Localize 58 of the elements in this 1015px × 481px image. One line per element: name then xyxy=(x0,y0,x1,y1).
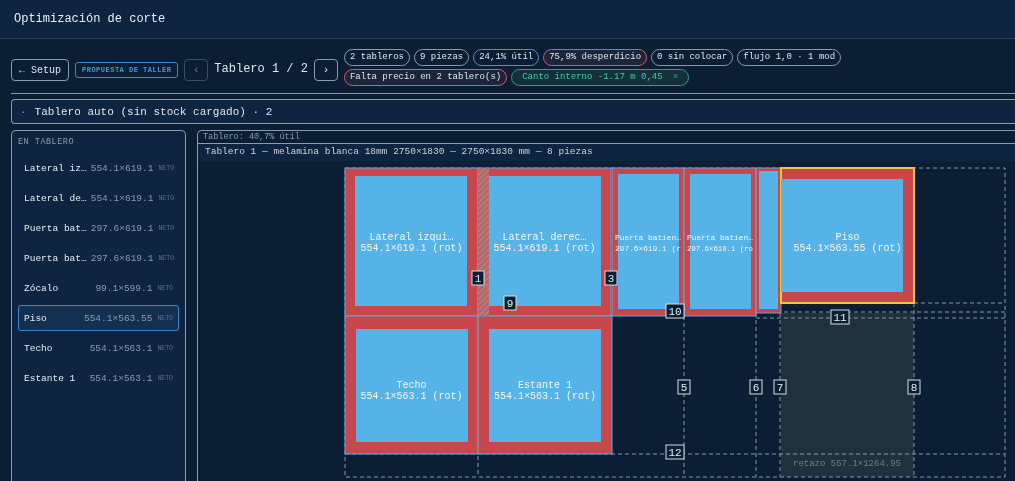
window-title: Optimización de corte xyxy=(14,12,166,26)
cut-piece[interactable] xyxy=(780,167,915,304)
previous-button[interactable]: ‹ xyxy=(184,59,209,81)
piece-dimensions-label: 554.1×563.1 (rot) xyxy=(360,391,463,402)
piece-dimensions: 554.1×563.1 xyxy=(89,372,153,384)
piece-name: Estante 1 xyxy=(24,372,77,384)
close-icon[interactable]: × xyxy=(672,72,679,82)
piece-dimensions: 297.6×619.1 xyxy=(90,222,154,234)
piece-dimensions-label: 554.1×619.1 (rot) xyxy=(360,243,463,254)
board-title: Tablero 1 — melamina blanca 18mm 2750×1830 — 2750×1830 mm — 8 piezas xyxy=(198,144,1015,161)
cut-number-badge[interactable]: 11 xyxy=(830,309,850,325)
piece-name: Lateral de… xyxy=(24,192,87,204)
piece-name: Zócalo xyxy=(24,282,60,294)
board-counter: Tablero 1 / 2 xyxy=(214,62,308,76)
piece-name: Lateral iz… xyxy=(24,162,87,174)
cut-number-badge[interactable]: 12 xyxy=(665,444,685,460)
cut-number-badge[interactable]: 6 xyxy=(749,379,763,395)
cut-number-badge[interactable]: 8 xyxy=(907,379,921,395)
back-button[interactable]: ← Setup xyxy=(11,59,69,81)
piece-label: Piso xyxy=(835,232,860,243)
board-group-header[interactable]: · Tablero auto (sin stock cargado) · 2 xyxy=(11,99,1015,124)
piece-dimensions: 99.1×599.1 xyxy=(95,282,153,294)
piece-name: Puerta bat… xyxy=(24,222,87,234)
piece-dimensions: 554.1×563.55 xyxy=(83,312,153,324)
piece-dimensions: 297.6×619.1 xyxy=(90,252,154,264)
piece-dimensions: 554.1×619.1 xyxy=(90,192,154,204)
piece-label: Lateral derec… xyxy=(502,232,587,243)
cut-piece[interactable] xyxy=(477,167,612,317)
cut-piece[interactable] xyxy=(683,167,757,317)
next-button[interactable]: › xyxy=(313,59,338,81)
piece-dimensions: 554.1×619.1 xyxy=(90,162,154,174)
piece-dimensions-label: 554.1×563.1 (rot) xyxy=(494,391,596,402)
group-title: Tablero auto (sin stock cargado) · 2 xyxy=(34,105,273,118)
cut-number-badge[interactable]: 10 xyxy=(665,303,685,319)
piece-dimensions: 554.1×563.1 xyxy=(89,342,153,354)
piece-label: Estante 1 xyxy=(518,380,572,391)
status-chip: 75,9% desperdicio xyxy=(543,49,648,66)
piece-label: Lateral izqui… xyxy=(369,232,454,243)
piece-name: Techo xyxy=(24,342,54,354)
bullet-icon: · xyxy=(20,105,27,118)
status-chip: Canto interno -1.17 m 0,45 × xyxy=(511,69,690,86)
panel-heading: EN TABLERO xyxy=(18,137,75,147)
cut-number-badge[interactable]: 3 xyxy=(604,270,618,286)
cut-piece[interactable] xyxy=(344,315,479,455)
cut-number-badge[interactable]: 7 xyxy=(773,379,787,395)
piece-dimensions-label: 554.1×563.55 (rot) xyxy=(793,243,902,254)
cut-piece[interactable] xyxy=(755,167,782,314)
offcut-label: retazo 557.1×1264.95 xyxy=(793,459,901,469)
cut-piece[interactable] xyxy=(477,315,613,455)
status-chip: Falta precio en 2 tablero(s) xyxy=(343,69,508,86)
cut-number-badge[interactable]: 9 xyxy=(503,295,517,311)
cut-number-badge[interactable]: 1 xyxy=(471,270,485,286)
cut-number-badge[interactable]: 5 xyxy=(677,379,691,395)
piece-label: Techo xyxy=(396,380,427,391)
piece-dimensions-label: 554.1×619.1 (rot) xyxy=(493,243,596,254)
piece-name: Puerta bat… xyxy=(24,252,87,264)
cut-piece[interactable] xyxy=(344,167,479,317)
piece-name: Piso xyxy=(24,312,48,324)
